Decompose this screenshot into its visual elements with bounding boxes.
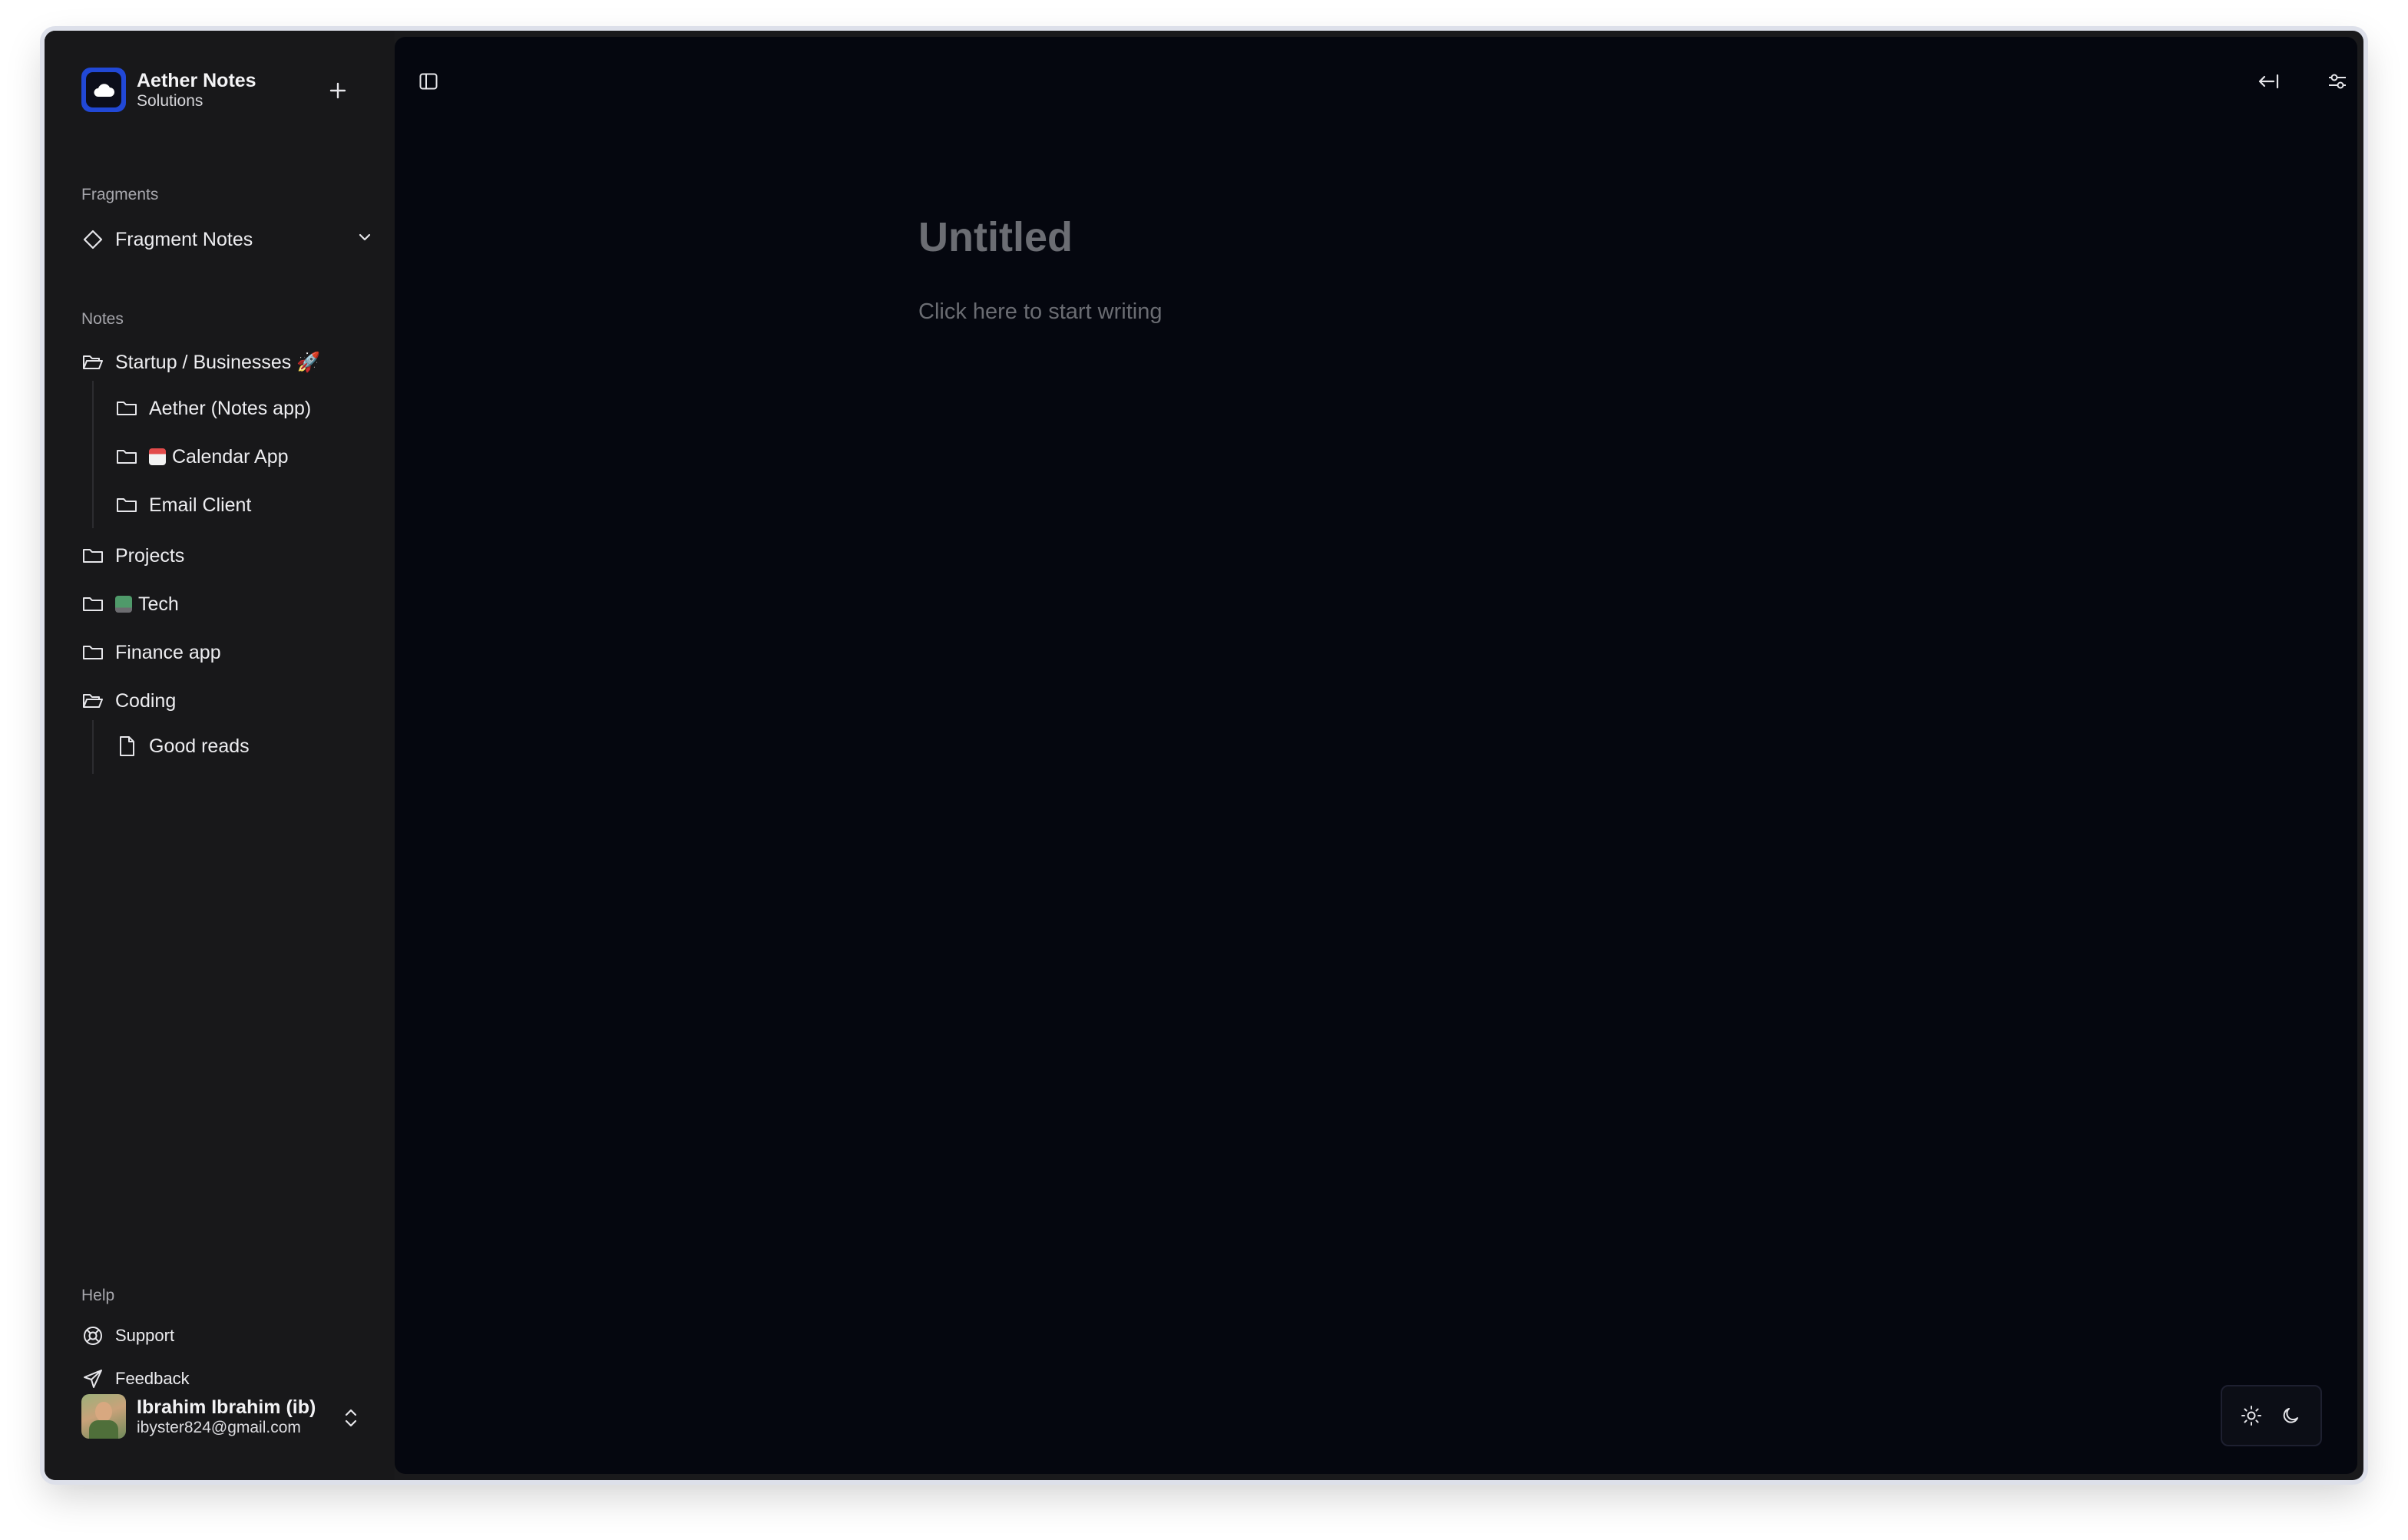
help-section-label: Help	[81, 1287, 115, 1304]
app-logo	[81, 68, 126, 112]
folder-icon	[81, 593, 104, 616]
chevron-down-icon[interactable]	[356, 229, 373, 251]
workspace-name: Solutions	[137, 92, 203, 110]
folder-icon	[115, 397, 138, 420]
lifebuoy-icon	[81, 1324, 104, 1347]
sidebar-item-label: Projects	[115, 544, 185, 567]
settings-button[interactable]	[2320, 64, 2354, 98]
folder-icon	[81, 641, 104, 664]
theme-toggle	[2221, 1385, 2322, 1446]
send-icon	[81, 1367, 104, 1390]
sidebar-item-label: Calendar App	[172, 445, 289, 468]
user-email: ibyster824@gmail.com	[137, 1419, 301, 1436]
user-name: Ibrahim Ibrahim (ib)	[137, 1396, 316, 1418]
feedback-link[interactable]: Feedback	[81, 1363, 190, 1394]
sidebar-item-finance-app[interactable]: Finance app	[81, 637, 221, 668]
notes-section-label: Notes	[81, 310, 124, 328]
app-name: Aether Notes	[137, 70, 256, 91]
sidebar-item-label: Tech	[138, 593, 179, 615]
sidebar-panel-icon	[419, 73, 438, 90]
folder-open-icon	[81, 351, 104, 374]
sidebar-item-label: Fragment Notes	[115, 228, 253, 250]
note-body-editor[interactable]: Click here to start writing	[918, 299, 1163, 325]
folder-icon	[115, 445, 138, 468]
sidebar-item-label: Email Client	[149, 494, 252, 516]
avatar	[81, 1394, 126, 1439]
collapse-left-button[interactable]	[2251, 64, 2285, 98]
sidebar-item-aether-notes-app[interactable]: Aether (Notes app)	[115, 393, 311, 424]
sidebar-item-tech[interactable]: Tech	[81, 589, 179, 620]
fragments-section-label: Fragments	[81, 186, 159, 203]
calendar-emoji-icon	[149, 448, 166, 465]
sidebar-item-good-reads[interactable]: Good reads	[115, 731, 250, 762]
file-icon	[115, 735, 138, 758]
sun-icon	[2241, 1406, 2261, 1426]
tree-guide-line	[92, 720, 94, 774]
folder-open-icon	[81, 689, 104, 712]
moon-icon	[2283, 1408, 2298, 1423]
sidebar-item-fragment-notes[interactable]: Fragment Notes	[81, 224, 373, 255]
sidebar-item-label: Startup / Businesses 🚀	[115, 351, 321, 373]
sidebar-item-label: Aether (Notes app)	[149, 397, 312, 419]
sidebar-item-label: Good reads	[149, 735, 250, 757]
chevrons-up-down-icon[interactable]	[339, 1405, 362, 1431]
sidebar-item-label: Coding	[115, 689, 177, 712]
app-window: Aether Notes Solutions Fragments Fragmen…	[45, 31, 2363, 1480]
workspace-switcher[interactable]: Aether Notes Solutions	[81, 68, 256, 112]
plus-icon	[329, 82, 346, 99]
toggle-sidebar-button[interactable]	[412, 64, 445, 98]
diamond-icon	[81, 228, 104, 251]
dark-mode-button[interactable]	[2274, 1399, 2308, 1433]
sidebar-item-calendar-app[interactable]: Calendar App	[115, 441, 289, 472]
tree-guide-line	[92, 381, 94, 528]
sidebar: Aether Notes Solutions Fragments Fragmen…	[45, 31, 395, 1480]
feedback-label: Feedback	[115, 1369, 190, 1388]
user-menu[interactable]: Ibrahim Ibrahim (ib) ibyster824@gmail.co…	[81, 1394, 316, 1439]
new-note-button[interactable]	[322, 75, 353, 106]
computer-emoji-icon	[115, 596, 132, 613]
cloud-icon	[94, 84, 114, 97]
sidebar-item-startup-businesses[interactable]: Startup / Businesses 🚀	[81, 347, 320, 378]
sidebar-item-coding[interactable]: Coding	[81, 686, 176, 716]
support-link[interactable]: Support	[81, 1320, 174, 1351]
sidebar-item-label: Finance app	[115, 641, 221, 663]
editor-pane: Untitled Click here to start writing	[395, 37, 2357, 1474]
sliders-icon	[2329, 74, 2346, 89]
light-mode-button[interactable]	[2234, 1399, 2268, 1433]
support-label: Support	[115, 1326, 175, 1345]
folder-icon	[81, 544, 104, 567]
arrow-left-to-line-icon	[2258, 74, 2279, 89]
sidebar-item-projects[interactable]: Projects	[81, 540, 184, 571]
sidebar-item-email-client[interactable]: Email Client	[115, 490, 251, 520]
note-title-input[interactable]: Untitled	[918, 213, 1073, 261]
folder-icon	[115, 494, 138, 517]
